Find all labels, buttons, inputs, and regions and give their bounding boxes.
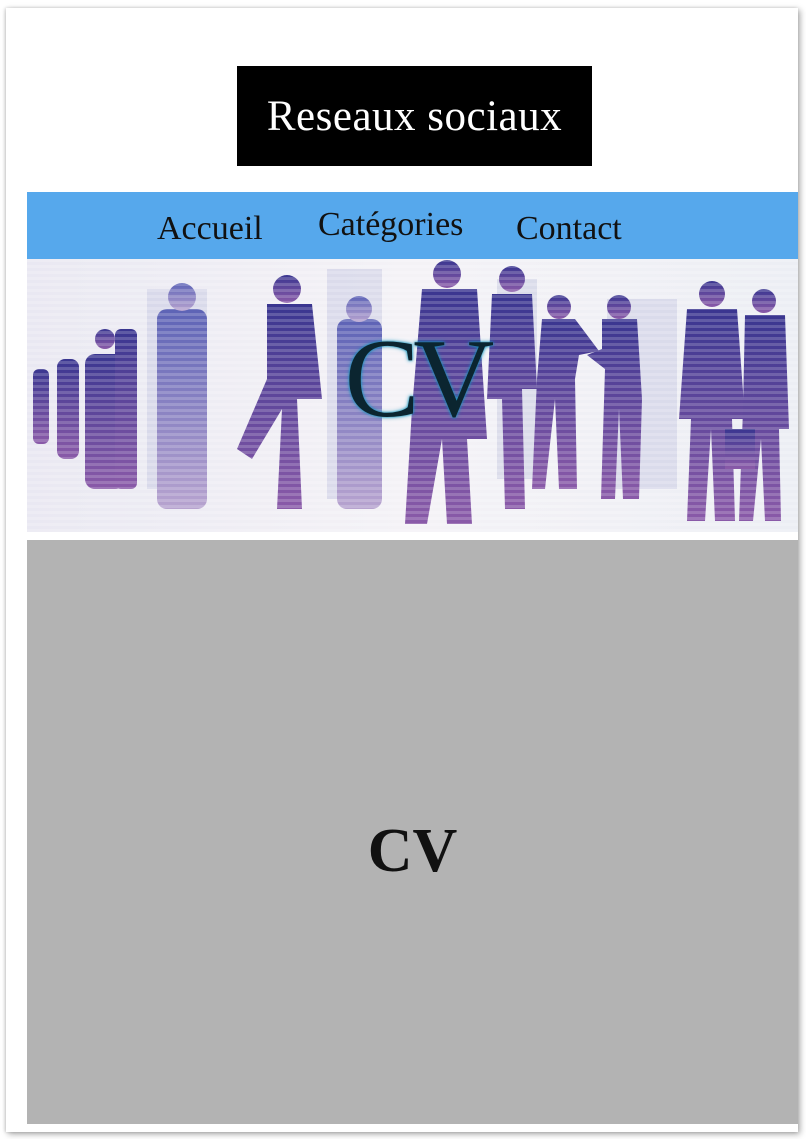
page-frame: Reseaux sociaux Accueil Catégories Conta…	[6, 8, 798, 1132]
banner-heading: CV	[344, 317, 495, 441]
content-heading: CV	[367, 817, 458, 885]
nav-item-accueil[interactable]: Accueil	[157, 210, 263, 248]
site-title: Reseaux sociaux	[266, 92, 563, 140]
nav-bar: Accueil Catégories Contact	[27, 192, 798, 259]
nav-item-categories[interactable]: Catégories	[318, 206, 463, 244]
main-content: CV	[27, 540, 798, 1124]
site-title-box: Reseaux sociaux	[237, 66, 592, 166]
hero-banner: CV	[27, 259, 798, 532]
nav-item-contact[interactable]: Contact	[516, 210, 622, 248]
